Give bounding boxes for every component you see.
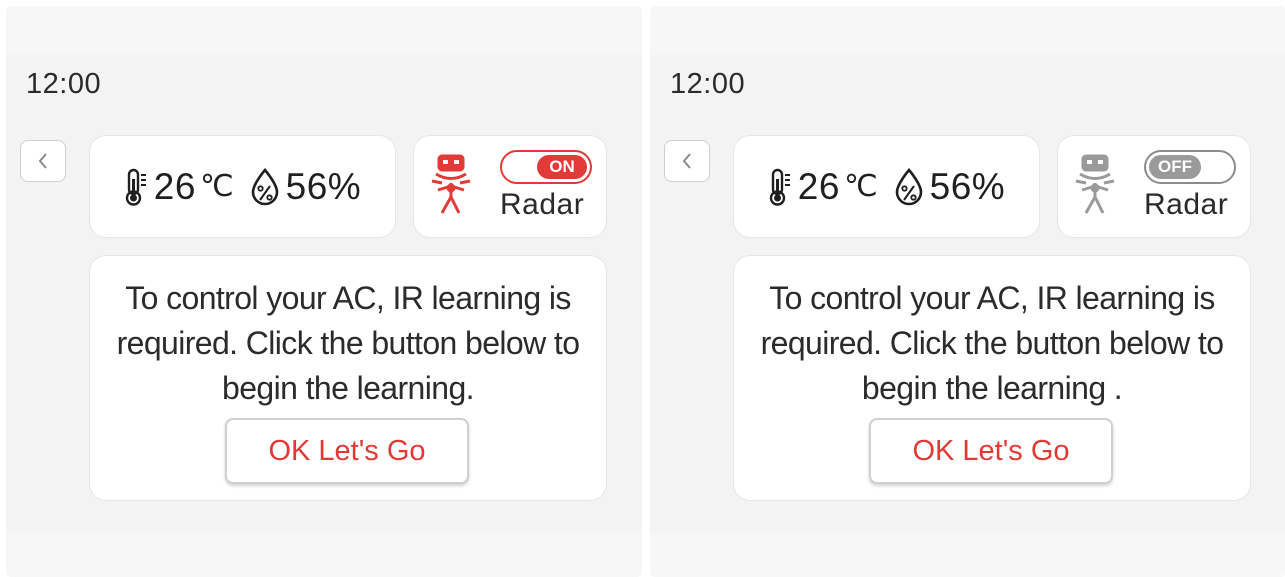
clock: 12:00 [670,68,746,100]
radar-sensor-icon [431,154,471,214]
sensor-card: 26 ℃ 56% [90,136,395,237]
radar-toggle[interactable]: OFF [1144,150,1236,184]
back-button[interactable] [20,140,66,182]
ir-learning-message: To control your AC, IR learning is requi… [760,280,1224,406]
humidity-drop-icon [251,167,278,205]
humidity-value: 56% [929,165,1006,207]
temperature-value: 26 [153,165,196,207]
clock: 12:00 [26,68,102,100]
ir-learning-card: To control your AC, IR learning is requi… [734,256,1250,500]
ir-learning-message: To control your AC, IR learning is requi… [116,280,580,406]
temperature-unit: ℃ [199,170,234,203]
back-chevron-icon [682,153,691,169]
screen-radar-off: 12:00 26 ℃ 56% OFF Radar To control your… [650,6,1285,577]
ok-lets-go-button[interactable]: OK Let's Go [225,418,469,484]
bottom-strip [650,533,1285,577]
radar-card: ON Radar [414,136,606,237]
radar-toggle-state: ON [537,155,587,179]
radar-toggle[interactable]: ON [500,150,592,184]
sensor-card: 26 ℃ 56% [734,136,1039,237]
radar-toggle-state: OFF [1149,155,1201,179]
back-button[interactable] [664,140,710,182]
thermometer-icon [769,168,790,206]
back-chevron-icon [38,153,47,169]
temperature-unit: ℃ [843,170,878,203]
ok-lets-go-button[interactable]: OK Let's Go [869,418,1113,484]
radar-sensor-icon [1075,154,1115,214]
humidity-value: 56% [285,165,362,207]
radar-label: Radar [1144,188,1229,221]
screen-radar-on: 12:00 26 ℃ 56% ON Radar To control your … [6,6,642,577]
thermometer-icon [125,168,146,206]
humidity-drop-icon [895,167,922,205]
top-strip [650,6,1285,55]
radar-card: OFF Radar [1058,136,1250,237]
bottom-strip [6,533,642,577]
temperature-value: 26 [797,165,840,207]
top-strip [6,6,642,55]
radar-label: Radar [500,188,585,221]
ir-learning-card: To control your AC, IR learning is requi… [90,256,606,500]
